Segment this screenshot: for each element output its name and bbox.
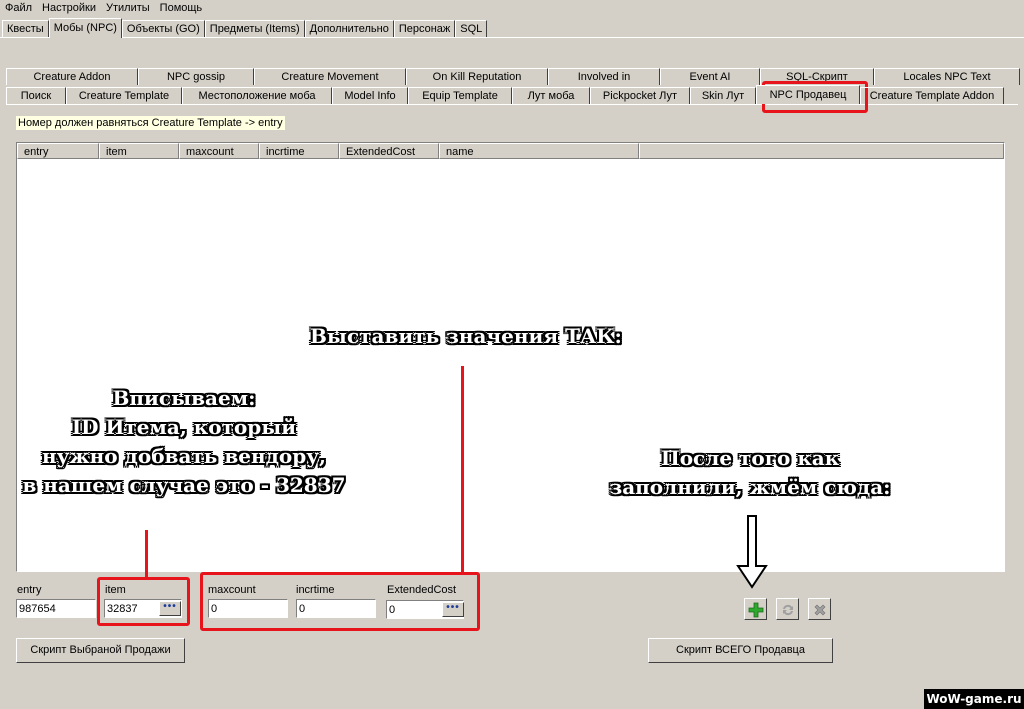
down-arrow-icon — [736, 515, 768, 589]
subtab-on-kill-reputation[interactable]: On Kill Reputation — [406, 68, 548, 85]
column-header-maxcount[interactable]: maxcount — [179, 143, 259, 159]
delete-button[interactable] — [808, 598, 831, 620]
subtab-involved-in[interactable]: Involved in — [548, 68, 660, 85]
menu-file[interactable]: Файл — [0, 0, 37, 16]
column-header-entry[interactable]: entry — [17, 143, 99, 159]
tab-mobs[interactable]: Мобы (NPC) — [48, 18, 122, 38]
script-selected-sale-button[interactable]: Скрипт Выбраной Продажи — [16, 638, 185, 663]
annotation-enter-line-2: ID Итема, который — [71, 415, 297, 439]
entry-input[interactable] — [16, 599, 96, 618]
values-pointer-line — [461, 366, 464, 573]
entry-hint-note: Номер должен равняться Creature Template… — [16, 116, 285, 130]
main-panel-border — [0, 37, 1024, 38]
subtab-creature-template[interactable]: Creature Template — [66, 87, 182, 104]
subtab-creature-movement[interactable]: Creature Movement — [254, 68, 406, 85]
tab-extra[interactable]: Дополнительно — [304, 20, 394, 38]
item-pointer-line — [145, 530, 148, 578]
script-all-vendor-button[interactable]: Скрипт ВСЕГО Продавца — [648, 638, 833, 663]
vendor-items-grid[interactable]: entry item maxcount incrtime ExtendedCos… — [16, 142, 1005, 572]
plus-icon — [748, 602, 764, 618]
annotation-enter-line-1: Вписываем: — [112, 386, 256, 410]
annotation-enter-line-4: в нашем случае это - 32837 — [22, 473, 346, 497]
subtab-skin-loot[interactable]: Skin Лут — [690, 87, 756, 104]
subtab-row-2: Поиск Creature Template Местоположение м… — [6, 85, 1004, 104]
refresh-button[interactable] — [776, 598, 799, 620]
main-tab-bar: Квесты Мобы (NPC) Объекты (GO) Предметы … — [2, 18, 488, 38]
subtab-search[interactable]: Поиск — [6, 87, 66, 104]
add-button[interactable] — [744, 598, 767, 620]
tab-character[interactable]: Персонаж — [393, 20, 456, 38]
menu-bar: Файл Настройки Утилиты Помощь — [0, 0, 1024, 16]
annotation-set-values: Выставить значения ТАК: — [310, 324, 622, 348]
annotation-after-line-1: После того как — [660, 446, 840, 470]
column-header-item[interactable]: item — [99, 143, 179, 159]
column-header-name[interactable]: name — [439, 143, 639, 159]
delete-icon — [814, 604, 826, 616]
subtab-equip-template[interactable]: Equip Template — [408, 87, 512, 104]
tab-sql[interactable]: SQL — [455, 20, 488, 38]
column-header-extendedcost[interactable]: ExtendedCost — [339, 143, 439, 159]
entry-label: entry — [17, 584, 42, 596]
subtab-creature-addon[interactable]: Creature Addon — [6, 68, 138, 85]
subtab-creature-template-addon[interactable]: Creature Template Addon — [860, 87, 1004, 104]
annotation-enter-item: Вписываем: ID Итема, который нужно добва… — [14, 384, 354, 500]
menu-utilities[interactable]: Утилиты — [101, 0, 155, 16]
subtab-npc-gossip[interactable]: NPC gossip — [138, 68, 254, 85]
menu-settings[interactable]: Настройки — [37, 0, 101, 16]
refresh-icon — [783, 604, 793, 616]
column-header-incrtime[interactable]: incrtime — [259, 143, 339, 159]
subtab-npc-vendor[interactable]: NPC Продавец — [756, 85, 860, 104]
item-field-highlight — [97, 577, 190, 626]
subtab-event-ai[interactable]: Event AI — [660, 68, 760, 85]
annotation-after-fill: После того как заполнили, жмём сюда: — [600, 444, 900, 502]
values-fields-highlight — [200, 572, 480, 631]
tab-items[interactable]: Предметы (Items) — [204, 20, 305, 38]
subtab-model-info[interactable]: Model Info — [332, 87, 408, 104]
tab-quests[interactable]: Квесты — [2, 20, 49, 38]
annotation-after-line-2: заполнили, жмём сюда: — [609, 475, 891, 499]
menu-help[interactable]: Помощь — [155, 0, 208, 16]
grid-header: entry item maxcount incrtime ExtendedCos… — [17, 143, 1004, 159]
subtab-mob-location[interactable]: Местоположение моба — [182, 87, 332, 104]
tab-objects[interactable]: Объекты (GO) — [121, 20, 205, 38]
column-header-filler — [639, 143, 1004, 159]
subtab-locales-npc-text[interactable]: Locales NPC Text — [874, 68, 1020, 85]
site-watermark: WoW-game.ru — [924, 689, 1024, 709]
subtab-pickpocket-loot[interactable]: Pickpocket Лут — [590, 87, 690, 104]
annotation-enter-line-3: нужно добвать вендору, — [41, 444, 327, 468]
subtab-mob-loot[interactable]: Лут моба — [512, 87, 590, 104]
